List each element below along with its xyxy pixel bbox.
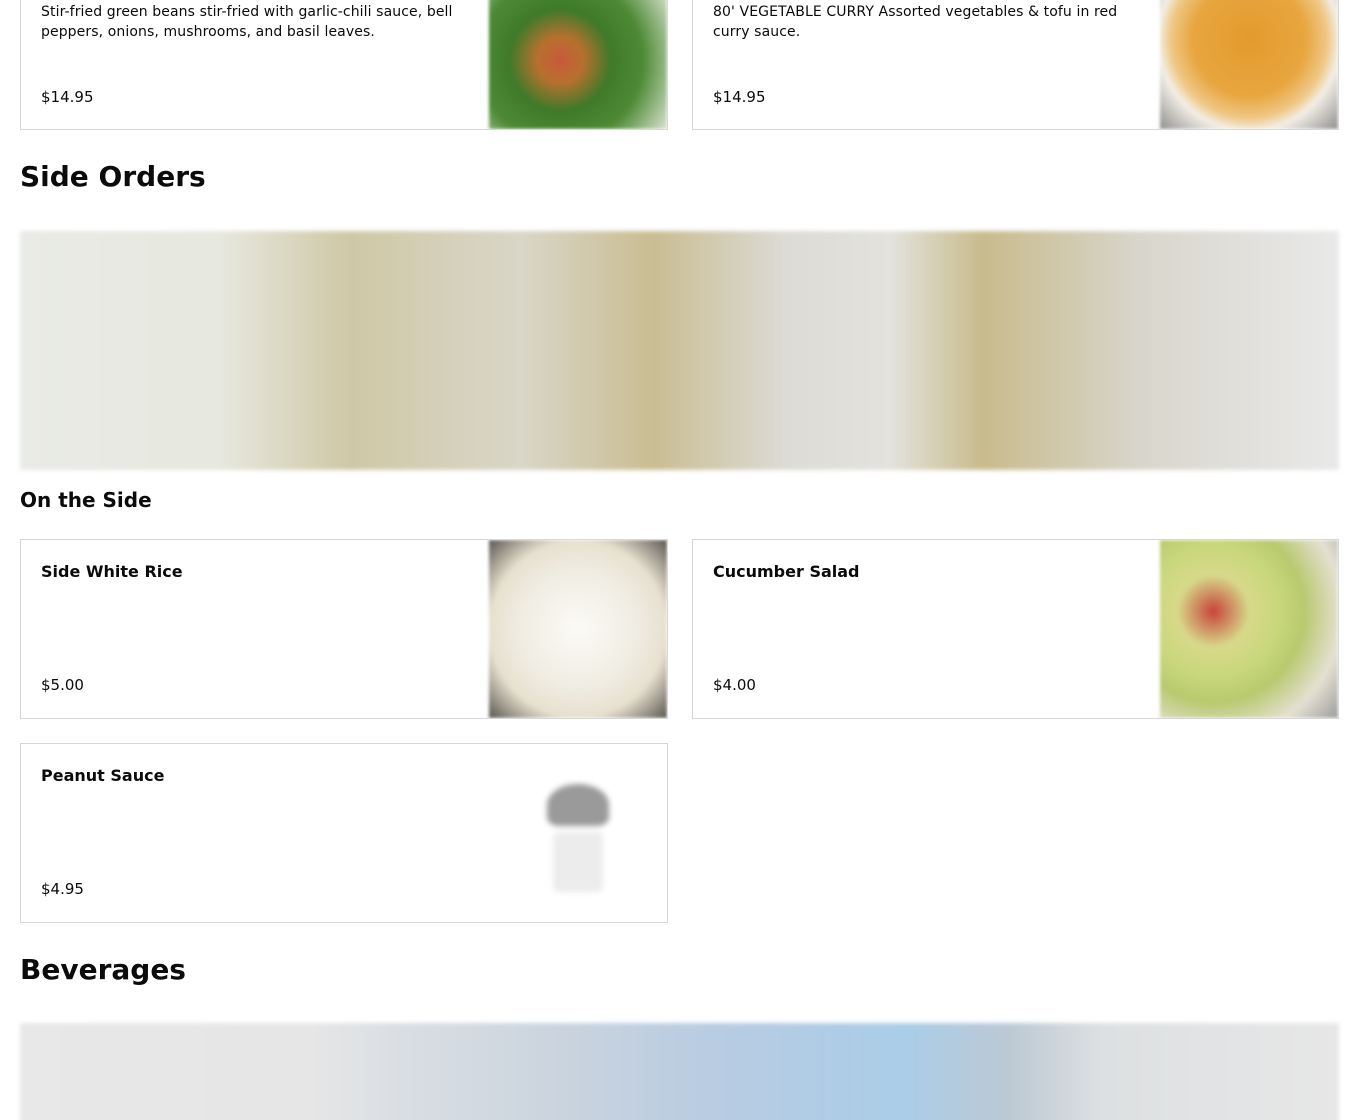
item-price: $5.00 [41, 676, 84, 694]
menu-item-vegetable-curry[interactable]: 80' VEGETABLE CURRY Assorted vegetables … [692, 0, 1339, 130]
menu-item-peanut-sauce[interactable]: Peanut Sauce $4.95 [20, 743, 668, 923]
section-title-side-orders: Side Orders [20, 160, 206, 193]
item-description: Stir-fried green beans stir-fried with g… [41, 4, 453, 40]
menu-item-green-beans[interactable]: Stir-fried green beans stir-fried with g… [20, 0, 668, 130]
section-title-beverages: Beverages [20, 953, 186, 986]
menu-item-cucumber-salad[interactable]: Cucumber Salad $4.00 [692, 539, 1339, 719]
item-name: Peanut Sauce [41, 766, 165, 785]
item-price: $4.00 [713, 676, 756, 694]
item-price: $14.95 [41, 88, 94, 106]
item-name: Cucumber Salad [713, 562, 860, 581]
cucumber-salad-photo [1160, 540, 1338, 718]
green-beans-photo [489, 0, 667, 129]
beverages-banner-photo [20, 1023, 1339, 1120]
item-price: $14.95 [713, 88, 766, 106]
item-name: Side White Rice [41, 562, 183, 581]
white-rice-photo [489, 540, 667, 718]
subsection-title-on-the-side: On the Side [20, 488, 152, 512]
item-description: 80' VEGETABLE CURRY Assorted vegetables … [713, 4, 1118, 40]
vegetable-curry-photo [1160, 0, 1338, 129]
menu-item-side-white-rice[interactable]: Side White Rice $5.00 [20, 539, 668, 719]
side-orders-banner-photo [20, 231, 1339, 470]
item-price: $4.95 [41, 880, 84, 898]
peanut-sauce-placeholder-icon [543, 784, 613, 899]
